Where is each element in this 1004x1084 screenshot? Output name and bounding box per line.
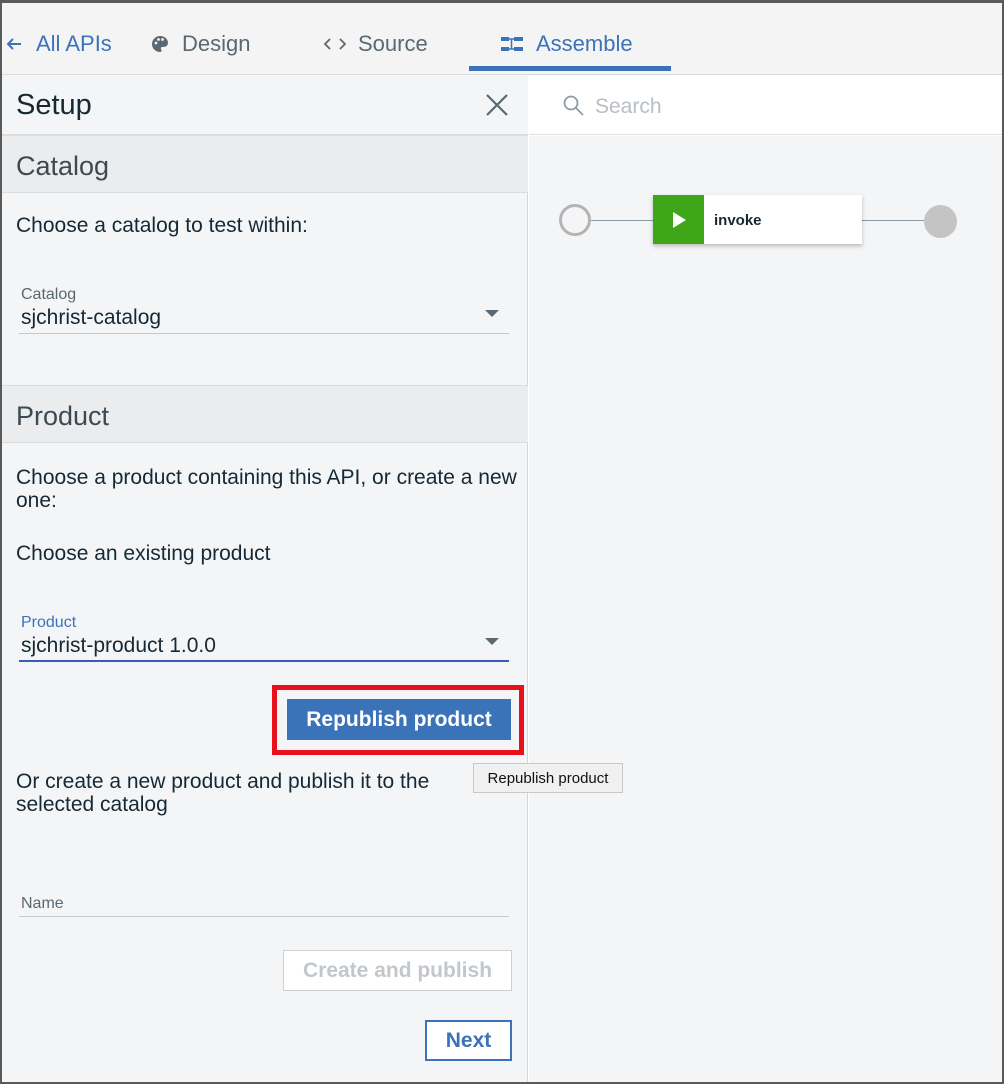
- tab-design-label: Design: [182, 31, 251, 56]
- product-section-header: Product: [2, 385, 528, 443]
- tab-assemble[interactable]: Assemble: [500, 31, 633, 57]
- catalog-field-label: Catalog: [21, 286, 77, 303]
- republish-product-button[interactable]: Republish product: [287, 699, 511, 740]
- play-icon: [653, 195, 704, 244]
- assemble-icon: [500, 35, 524, 53]
- tab-source[interactable]: Source: [324, 31, 428, 57]
- tab-source-label: Source: [358, 31, 428, 56]
- arrow-left-icon: [6, 37, 22, 51]
- search-icon: [563, 95, 585, 122]
- product-select[interactable]: sjchrist-product 1.0.0: [21, 634, 216, 658]
- chevron-down-icon[interactable]: [485, 310, 499, 317]
- flow-start-node: [559, 204, 591, 236]
- search-input[interactable]: Search: [595, 95, 662, 119]
- flow-connector: [862, 220, 924, 221]
- active-tab-indicator: [469, 66, 671, 71]
- back-link-label: All APIs: [36, 31, 112, 56]
- create-product-text: Or create a new product and publish it t…: [16, 770, 430, 816]
- back-link[interactable]: All APIs: [6, 31, 112, 57]
- product-instruction: Choose a product containing this API, or…: [16, 466, 517, 512]
- next-button[interactable]: Next: [425, 1020, 512, 1061]
- palette-icon: [150, 34, 170, 54]
- top-nav: All APIs Design Source Assemble: [2, 3, 1002, 75]
- assembly-canvas: [529, 136, 1002, 1082]
- catalog-section-header: Catalog: [2, 135, 528, 193]
- chevron-down-icon[interactable]: [485, 638, 499, 645]
- close-icon[interactable]: [485, 93, 509, 117]
- setup-title: Setup: [16, 89, 92, 121]
- code-icon: [324, 37, 346, 51]
- flow-connector: [591, 220, 653, 221]
- product-field-label: Product: [21, 614, 77, 631]
- invoke-policy[interactable]: invoke: [653, 195, 862, 244]
- invoke-policy-label: invoke: [714, 212, 762, 229]
- tab-design[interactable]: Design: [150, 31, 250, 57]
- setup-header: Setup: [2, 75, 528, 135]
- search-bar[interactable]: Search: [529, 75, 1002, 135]
- flow-end-node: [924, 205, 957, 238]
- name-input[interactable]: Name: [21, 895, 64, 913]
- catalog-heading: Catalog: [16, 151, 110, 181]
- existing-product-label: Choose an existing product: [16, 542, 271, 565]
- setup-panel: Setup Catalog Choose a catalog to test w…: [2, 75, 528, 1082]
- catalog-select[interactable]: sjchrist-catalog: [21, 306, 161, 330]
- product-field-underline: [19, 660, 509, 662]
- republish-tooltip: Republish product: [473, 763, 623, 793]
- catalog-instruction: Choose a catalog to test within:: [16, 214, 308, 237]
- name-field-underline: [19, 916, 509, 917]
- create-and-publish-button: Create and publish: [283, 950, 512, 991]
- catalog-field-underline: [19, 333, 509, 334]
- product-heading: Product: [16, 401, 110, 431]
- tab-assemble-label: Assemble: [536, 31, 633, 56]
